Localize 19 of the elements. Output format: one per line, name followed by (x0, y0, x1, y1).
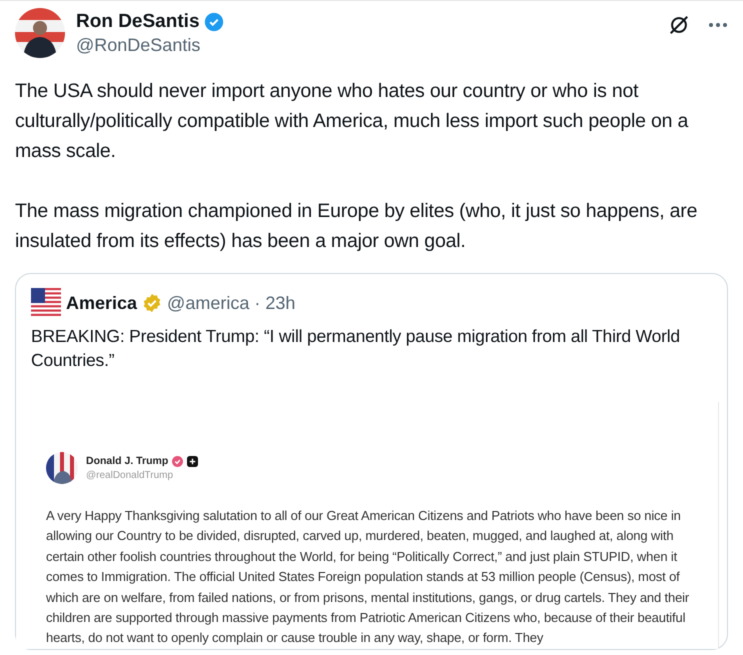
post-text: The mass migration championed in Europe by elites (who, it just so happens, are insulated from its effects) has been a major own goal. (15, 199, 698, 254)
post-text: The USA should never import anyone who hates our country or who is not culturally/politically compatible with America, much less import such people on a mass scale. (15, 79, 690, 164)
quoted-post-card[interactable] (15, 273, 728, 650)
avatar[interactable] (15, 8, 65, 58)
quoted-author-name[interactable]: America (66, 292, 138, 314)
separator: · (254, 292, 260, 314)
flag-avatar[interactable] (31, 288, 61, 318)
author-handle[interactable]: @RonDeSantis (76, 35, 657, 56)
embedded-author-handle: @realDonaldTrump (86, 470, 174, 481)
quoted-author-handle[interactable]: @america (167, 292, 250, 314)
embedded-author-name: Donald J. Trump (86, 455, 168, 467)
avatar (46, 452, 78, 484)
verified-badge-icon (172, 456, 184, 466)
embedded-post-text: A very Happy Thanksgiving salutation to all of our Great American Citizens and Patriots who have been so nice in allowing our Country to be divided, disrupted, carved up, murdered, beaten, mugged, and laughed at, along with certain other foolish countries throughout the World, for being “Politically Correct,” and just plain STUPID, when it comes to Immigration. The official United States Foreign population stands at 53 million people (Census), most of which are on welfare, from failed nations, or from prisons, mental institutions, gangs, or drug cartels. They and their children are supported through massive payments from Patriotic American Citizens who, because of their beautiful hearts, do not want to openly complain or cause trouble in any way, shape, or form. They (46, 507, 690, 648)
author-name[interactable]: Ron DeSantis (76, 11, 200, 33)
plus-icon (187, 456, 198, 466)
more-icon[interactable] (708, 22, 728, 28)
quoted-post-text: BREAKING: President Trump: “I will permanently pause migration from all Third World Countries.” (31, 325, 681, 372)
post-time[interactable]: 23h (265, 292, 296, 314)
